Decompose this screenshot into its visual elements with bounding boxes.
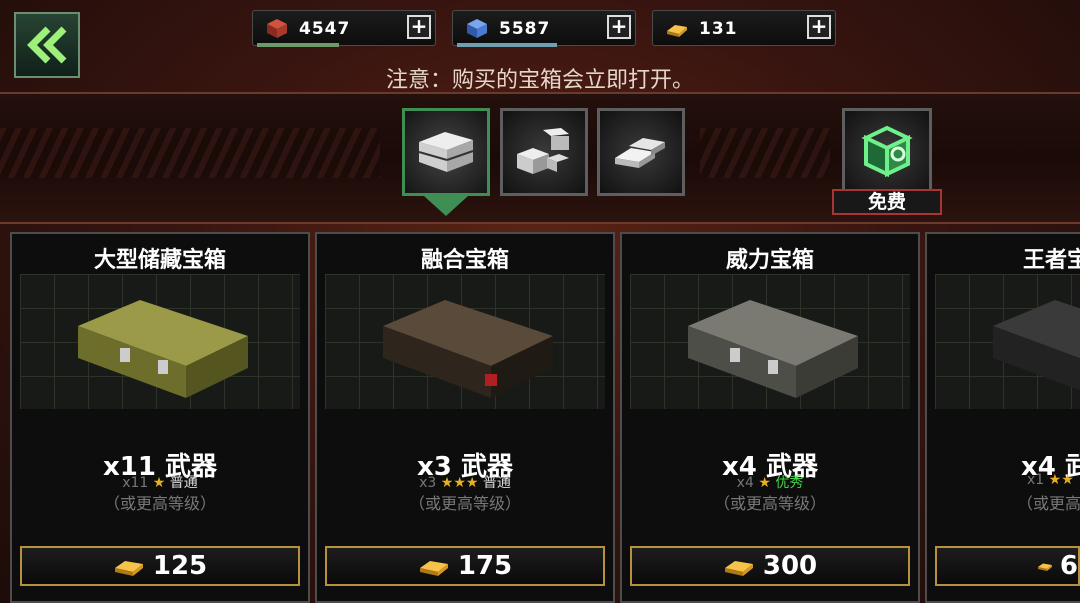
star-icon: ★: [152, 475, 166, 491]
ingots-tab[interactable]: [597, 108, 685, 196]
rarity-qty: x1: [1027, 472, 1045, 488]
gold-bar-icon: [724, 561, 753, 576]
star-icon: ★★: [1048, 472, 1074, 488]
free-box-icon: [861, 125, 913, 178]
rarity-hint: （或更高等级）: [713, 494, 826, 513]
rarity-tier: 普通: [482, 475, 511, 491]
rarity-qty: x3: [419, 475, 437, 491]
star-icon: ★: [758, 475, 771, 491]
rarity-hint: （或更高等级）: [103, 494, 216, 513]
double-chevron-left-icon: [27, 26, 67, 64]
gold-bar-icon: [419, 561, 448, 576]
chest-preview: [630, 274, 910, 409]
chest-tab[interactable]: [402, 108, 490, 196]
chest-preview: [325, 274, 605, 409]
chest-card-large-storage[interactable]: 大型储藏宝箱 x11 武器 x11 ★ 普通 （或更高等级） 125: [10, 232, 310, 603]
power-chest-image: [688, 300, 858, 398]
rarity-qty: x11: [122, 475, 149, 491]
rarity-hint: （或更高: [1017, 494, 1080, 513]
chest-card-fusion[interactable]: 融合宝箱 x3 武器 x3 ★★★ 普通 （或更高等级） 175: [315, 232, 615, 603]
fusion-chest-image: [383, 300, 553, 398]
decor-stripe-right: [700, 128, 830, 178]
free-label: 免费: [832, 189, 942, 215]
gold-bar-icon: [114, 561, 143, 576]
blue-crate-icon: [467, 19, 487, 38]
chest-preview: [935, 274, 1080, 409]
chest-card-king[interactable]: 王者宝 x4 武 x1 ★★ （或更高 6: [925, 232, 1080, 603]
buy-button[interactable]: 300: [630, 546, 910, 586]
add-gold-button[interactable]: +: [807, 15, 831, 39]
star-icon: ★★★: [440, 475, 479, 491]
red-crate-icon: [267, 19, 287, 38]
rarity-tier: 优秀: [775, 475, 804, 491]
price-value: 125: [152, 551, 208, 581]
add-blue-crate-button[interactable]: +: [607, 15, 631, 39]
rarity-line: x3 ★★★ 普通: [317, 472, 613, 492]
price-value: 175: [457, 551, 513, 581]
parts-icon: [517, 128, 569, 174]
rarity-qty: x4: [736, 475, 754, 491]
blue-crate-progress: [457, 43, 557, 47]
gold-count: 131: [699, 19, 738, 39]
gold-bar-icon: [667, 25, 687, 37]
rarity-hint: （或更高等级）: [408, 494, 521, 513]
parts-tab[interactable]: [500, 108, 588, 196]
chest-card-power[interactable]: 威力宝箱 x4 武器 x4 ★ 优秀 （或更高等级） 300: [620, 232, 920, 603]
chest-preview: [20, 274, 300, 409]
resource-gold: 131 +: [652, 10, 836, 46]
price-value: 6: [1059, 551, 1078, 581]
add-red-crate-button[interactable]: +: [407, 15, 431, 39]
purchase-notice: 注意：购买的宝箱会立即打开。: [385, 68, 694, 93]
gold-bar-icon: [1037, 563, 1052, 571]
card-title: 威力宝箱: [725, 248, 814, 273]
red-crate-progress: [257, 43, 339, 47]
rarity-tier: 普通: [169, 475, 198, 491]
card-title: 王者宝: [1023, 248, 1080, 273]
active-tab-indicator: [424, 196, 468, 216]
large-storage-chest-image: [78, 300, 248, 398]
card-title: 大型储藏宝箱: [93, 248, 226, 273]
card-title: 融合宝箱: [420, 248, 509, 273]
chest-icon: [418, 132, 474, 172]
buy-button[interactable]: 6: [935, 546, 1080, 586]
decor-stripe-left: [0, 128, 380, 178]
buy-button[interactable]: 175: [325, 546, 605, 586]
rarity-line: x4 ★ 优秀: [622, 472, 918, 492]
resource-blue-crate: 5587 +: [452, 10, 636, 47]
king-chest-image: [993, 300, 1080, 391]
blue-crate-count: 5587: [499, 19, 551, 39]
free-tab[interactable]: [842, 108, 932, 196]
ingots-icon: [615, 138, 665, 168]
resource-red-crate: 4547 +: [252, 10, 436, 47]
price-value: 300: [762, 551, 818, 581]
rarity-line: x1 ★★: [1027, 472, 1074, 488]
rarity-line: x11 ★ 普通: [12, 472, 308, 492]
red-crate-count: 4547: [299, 19, 351, 39]
buy-button[interactable]: 125: [20, 546, 300, 586]
